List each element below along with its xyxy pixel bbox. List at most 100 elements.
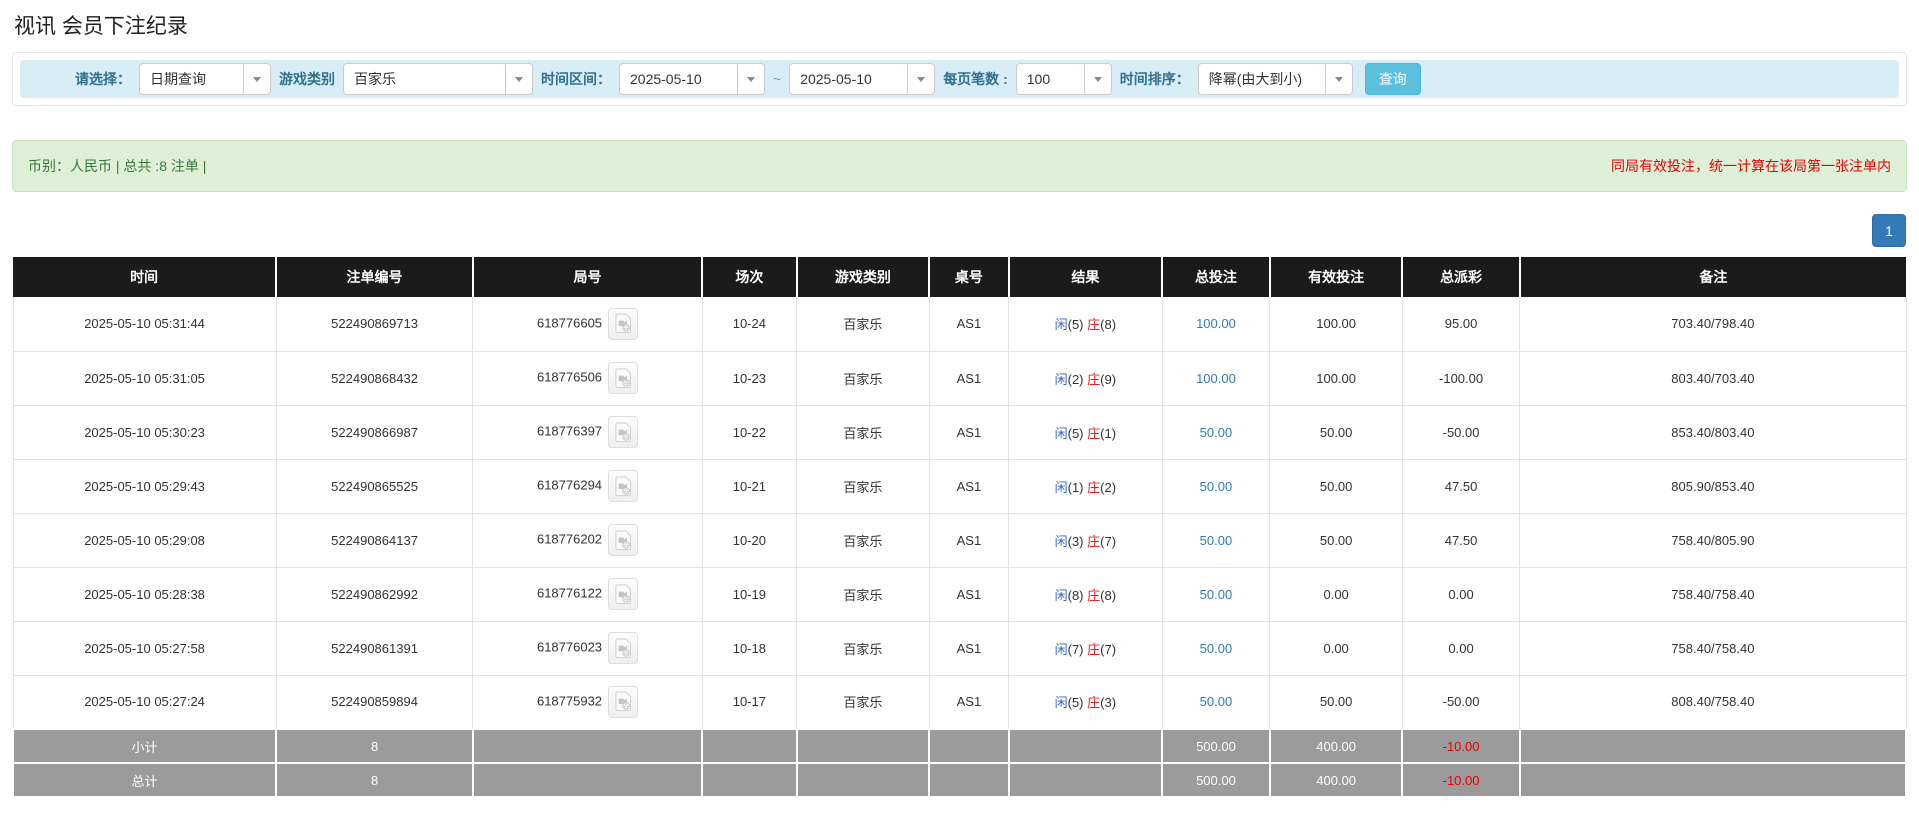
video-icon	[614, 313, 633, 334]
query-type-label: 请选择：	[75, 69, 131, 89]
cell-valid-bet: 50.00	[1270, 513, 1403, 567]
cell-result: 闲(3) 庄(7)	[1009, 513, 1162, 567]
chevron-down-icon	[505, 64, 532, 94]
cell-bet-id: 522490861391	[276, 621, 473, 675]
video-replay-button[interactable]	[608, 524, 638, 556]
cell-round-id: 618775932	[473, 675, 702, 729]
video-replay-button[interactable]	[608, 308, 638, 340]
cell-total-bet: 50.00	[1162, 621, 1270, 675]
summary-count: 8	[276, 763, 473, 797]
cell-result: 闲(5) 庄(1)	[1009, 405, 1162, 459]
video-replay-button[interactable]	[608, 578, 638, 610]
page-title: 视讯 会员下注纪录	[14, 10, 1919, 40]
summary-empty	[473, 763, 702, 797]
time-range-label: 时间区间：	[541, 69, 611, 89]
video-replay-button[interactable]	[608, 686, 638, 718]
summary-empty	[1520, 763, 1906, 797]
video-replay-button[interactable]	[608, 470, 638, 502]
total-bet-link[interactable]: 50.00	[1200, 425, 1233, 440]
summary-payout: -10.00	[1402, 763, 1519, 797]
page-button-1[interactable]: 1	[1872, 214, 1906, 247]
result-player: 闲	[1055, 534, 1068, 549]
query-type-select[interactable]: 日期查询	[139, 63, 271, 95]
summary-payout: -10.00	[1402, 729, 1519, 763]
total-bet-link[interactable]: 50.00	[1200, 694, 1233, 709]
total-bet-link[interactable]: 50.00	[1200, 587, 1233, 602]
cell-time: 2025-05-10 05:28:38	[13, 567, 276, 621]
total-bet-link[interactable]: 100.00	[1196, 371, 1236, 386]
pagination: 1	[0, 214, 1906, 247]
summary-empty	[473, 729, 702, 763]
cell-remark: 758.40/805.90	[1520, 513, 1906, 567]
cell-table-no: AS1	[929, 675, 1009, 729]
cell-remark: 703.40/798.40	[1520, 297, 1906, 351]
total-bet-link[interactable]: 100.00	[1196, 316, 1236, 331]
column-header-3: 场次	[702, 257, 797, 297]
cell-total-bet: 50.00	[1162, 405, 1270, 459]
video-replay-button[interactable]	[608, 632, 638, 664]
cell-session: 10-23	[702, 351, 797, 405]
cell-result: 闲(7) 庄(7)	[1009, 621, 1162, 675]
cell-payout: 95.00	[1402, 297, 1519, 351]
summary-total-bet: 500.00	[1162, 729, 1270, 763]
result-banker-score: (1)	[1100, 426, 1116, 441]
cell-session: 10-22	[702, 405, 797, 459]
cell-remark: 808.40/758.40	[1520, 675, 1906, 729]
cell-session: 10-17	[702, 675, 797, 729]
chevron-down-icon	[1084, 64, 1111, 94]
video-replay-button[interactable]	[608, 416, 638, 448]
summary-empty	[1520, 729, 1906, 763]
table-row: 2025-05-10 05:28:38522490862992618776122…	[13, 567, 1906, 621]
result-banker-score: (7)	[1100, 642, 1116, 657]
total-bet-link[interactable]: 50.00	[1200, 479, 1233, 494]
game-type-select[interactable]: 百家乐	[343, 63, 533, 95]
cell-result: 闲(5) 庄(8)	[1009, 297, 1162, 351]
cell-valid-bet: 100.00	[1270, 297, 1403, 351]
bet-records-table: 时间注单编号局号场次游戏类别桌号结果总投注有效投注总派彩备注 2025-05-1…	[12, 257, 1907, 798]
total-bet-link[interactable]: 50.00	[1200, 641, 1233, 656]
cell-time: 2025-05-10 05:29:43	[13, 459, 276, 513]
sort-select[interactable]: 降幂(由大到小)	[1198, 63, 1353, 95]
cell-remark: 853.40/803.40	[1520, 405, 1906, 459]
cell-total-bet: 50.00	[1162, 567, 1270, 621]
column-header-8: 有效投注	[1270, 257, 1403, 297]
cell-game-type: 百家乐	[797, 567, 930, 621]
result-banker-score: (7)	[1100, 534, 1116, 549]
cell-bet-id: 522490862992	[276, 567, 473, 621]
cell-payout: -50.00	[1402, 405, 1519, 459]
result-banker: 庄	[1087, 695, 1100, 710]
column-header-2: 局号	[473, 257, 702, 297]
table-row: 2025-05-10 05:29:08522490864137618776202…	[13, 513, 1906, 567]
cell-session: 10-24	[702, 297, 797, 351]
result-player: 闲	[1055, 317, 1068, 332]
page-size-select[interactable]: 100	[1016, 63, 1112, 95]
date-from-picker[interactable]: 2025-05-10	[619, 63, 765, 95]
cell-valid-bet: 0.00	[1270, 567, 1403, 621]
table-row: 2025-05-10 05:31:44522490869713618776605…	[13, 297, 1906, 351]
date-to-picker[interactable]: 2025-05-10	[789, 63, 935, 95]
cell-result: 闲(2) 庄(9)	[1009, 351, 1162, 405]
total-bet-link[interactable]: 50.00	[1200, 533, 1233, 548]
valid-bet-note: 同局有效投注，统一计算在该局第一张注单内	[1611, 156, 1891, 176]
page-size-value: 100	[1017, 64, 1084, 94]
video-replay-button[interactable]	[608, 362, 638, 394]
date-to-value: 2025-05-10	[790, 64, 907, 94]
summary-empty	[702, 729, 797, 763]
cell-round-id: 618776506	[473, 351, 702, 405]
sort-value: 降幂(由大到小)	[1199, 64, 1325, 94]
app: 视讯 会员下注纪录 请选择： 日期查询 游戏类别 百家乐 时间区间： 2025-…	[0, 10, 1919, 830]
cell-remark: 758.40/758.40	[1520, 621, 1906, 675]
cell-payout: -50.00	[1402, 675, 1519, 729]
cell-table-no: AS1	[929, 513, 1009, 567]
cell-round-id: 618776397	[473, 405, 702, 459]
round-id-text: 618776506	[537, 369, 602, 384]
cell-total-bet: 100.00	[1162, 351, 1270, 405]
cell-time: 2025-05-10 05:29:08	[13, 513, 276, 567]
cell-bet-id: 522490869713	[276, 297, 473, 351]
game-type-value: 百家乐	[344, 64, 505, 94]
cell-total-bet: 50.00	[1162, 675, 1270, 729]
result-banker: 庄	[1087, 534, 1100, 549]
result-banker-score: (8)	[1100, 317, 1116, 332]
query-button[interactable]: 查询	[1365, 63, 1421, 95]
sort-label: 时间排序：	[1120, 69, 1190, 89]
